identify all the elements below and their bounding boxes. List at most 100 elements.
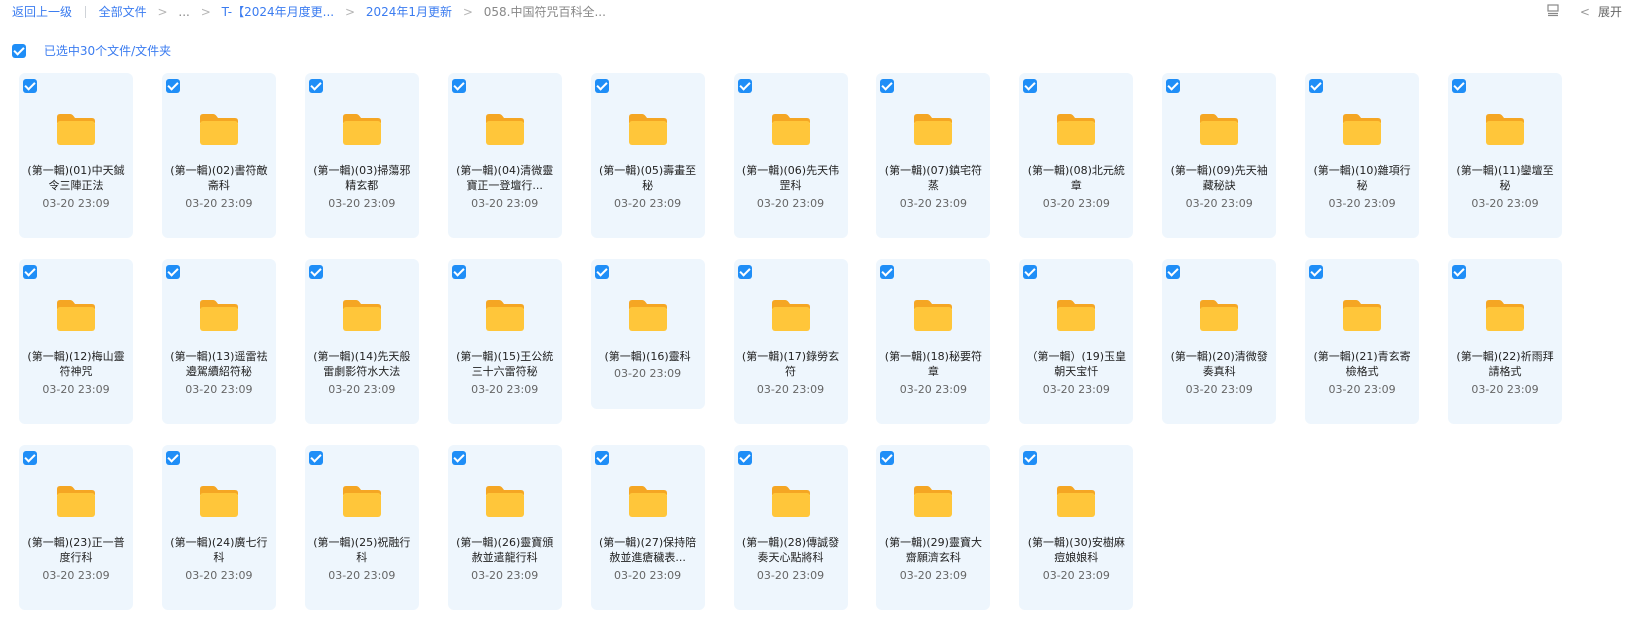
folder-card[interactable]: (第一輯)(06)先天伟罡科 03-20 23:09 <box>733 73 848 238</box>
folder-card[interactable]: (第一輯)(12)梅山靈符神咒 03-20 23:09 <box>19 259 133 424</box>
folder-card[interactable]: (第一輯)(04)清微靈寶正一登壇行... 03-20 23:09 <box>447 73 562 238</box>
folder-checkbox[interactable] <box>1309 265 1324 279</box>
folder-icon <box>1484 111 1526 147</box>
folder-name: (第一輯)(20)清微發奏真科 <box>1170 350 1268 378</box>
folder-date: 03-20 23:09 <box>185 383 253 396</box>
folder-checkbox[interactable] <box>451 79 466 93</box>
folder-icon <box>341 297 383 333</box>
folder-card[interactable]: (第一輯)(09)先天袖藏秘訣 03-20 23:09 <box>1162 73 1277 238</box>
folder-card[interactable]: (第一輯)(02)書符敵斋科 03-20 23:09 <box>161 73 276 238</box>
folder-checkbox[interactable] <box>308 265 323 279</box>
folder-checkbox[interactable] <box>165 265 180 279</box>
folder-checkbox[interactable] <box>737 451 752 465</box>
folder-checkbox[interactable] <box>451 451 466 465</box>
select-all-checkbox[interactable] <box>12 43 26 58</box>
folder-icon <box>1055 483 1097 519</box>
folder-date: 03-20 23:09 <box>1042 383 1110 396</box>
folder-card[interactable]: (第一輯)(29)靈寶大齋願濟玄科 03-20 23:09 <box>876 445 991 610</box>
folder-date: 03-20 23:09 <box>614 197 682 210</box>
folder-date: 03-20 23:09 <box>471 383 539 396</box>
view-controls: < 展开 <box>1546 3 1622 20</box>
folder-date: 03-20 23:09 <box>42 197 110 210</box>
folder-checkbox[interactable] <box>737 265 752 279</box>
folder-card[interactable]: (第一輯)(03)掃蕩邪精玄都 03-20 23:09 <box>304 73 419 238</box>
back-link[interactable]: 返回上一级 <box>12 3 72 20</box>
folder-name: (第一輯)(17)錄勞玄符 <box>741 350 840 378</box>
folder-checkbox[interactable] <box>1023 79 1038 93</box>
folder-card[interactable]: (第一輯)(18)秘要符章 03-20 23:09 <box>876 259 991 424</box>
folder-card[interactable]: (第一輯)(07)鎮宅符蒸 03-20 23:09 <box>876 73 991 238</box>
folder-card[interactable]: (第一輯)(15)王公統三十六雷符秘 03-20 23:09 <box>447 259 562 424</box>
folder-name: (第一輯)(27)保持陪赦並進瘡穢表... <box>599 536 697 564</box>
folder-card[interactable]: (第一輯)(10)雜項行秘 03-20 23:09 <box>1305 73 1420 238</box>
folder-card[interactable]: (第一輯)(22)祈雨拜請格式 03-20 23:09 <box>1448 259 1562 424</box>
folder-card[interactable]: (第一輯)(23)正一普度行科 03-20 23:09 <box>19 445 133 610</box>
folder-checkbox[interactable] <box>308 451 323 465</box>
chevron-right-icon: > <box>200 4 211 19</box>
folder-card[interactable]: (第一輯)(27)保持陪赦並進瘡穢表... 03-20 23:09 <box>590 445 705 610</box>
chevron-right-icon: > <box>462 4 473 19</box>
folder-checkbox[interactable] <box>880 451 895 465</box>
folder-checkbox[interactable] <box>1023 451 1038 465</box>
top-bar: 返回上一级 全部文件 > ... > T-【2024年月度更... > 2024… <box>0 0 1646 22</box>
folder-checkbox[interactable] <box>165 79 180 93</box>
folder-checkbox[interactable] <box>1309 79 1324 93</box>
folder-checkbox[interactable] <box>23 451 37 465</box>
folder-card[interactable]: (第一輯)(17)錄勞玄符 03-20 23:09 <box>733 259 848 424</box>
list-view-icon[interactable] <box>1546 3 1560 20</box>
folder-name: (第一輯)(01)中天鋮令三陣正法 <box>27 164 125 192</box>
folder-card[interactable]: (第一輯)(20)清微發奏真科 03-20 23:09 <box>1162 259 1277 424</box>
expand-button[interactable]: < 展开 <box>1580 3 1622 20</box>
folder-card[interactable]: (第一輯)(13)遥雷祛邉駕續紹符秘 03-20 23:09 <box>161 259 276 424</box>
folder-checkbox[interactable] <box>1452 79 1466 93</box>
folder-date: 03-20 23:09 <box>328 383 396 396</box>
folder-date: 03-20 23:09 <box>42 383 110 396</box>
chevron-right-icon: > <box>157 4 168 19</box>
folder-checkbox[interactable] <box>23 79 37 93</box>
folder-icon <box>341 483 383 519</box>
folder-name: (第一輯)(02)書符敵斋科 <box>170 164 268 192</box>
folder-checkbox[interactable] <box>1166 79 1181 93</box>
folder-checkbox[interactable] <box>880 79 895 93</box>
folder-card[interactable]: (第一輯)(01)中天鋮令三陣正法 03-20 23:09 <box>19 73 133 238</box>
folder-checkbox[interactable] <box>1166 265 1181 279</box>
folder-card[interactable]: (第一輯)(25)祝融行科 03-20 23:09 <box>304 445 419 610</box>
folder-icon <box>770 111 812 147</box>
folder-card[interactable]: (第一輯)(08)北元統章 03-20 23:09 <box>1019 73 1134 238</box>
folder-card[interactable]: (第一輯)(26)靈寶頒赦並遣龍行科 03-20 23:09 <box>447 445 562 610</box>
folder-checkbox[interactable] <box>737 79 752 93</box>
folder-checkbox[interactable] <box>308 79 323 93</box>
folder-name: (第一輯)(30)安樹麻痘娘娘科 <box>1027 536 1125 564</box>
folder-card[interactable]: (第一輯)(28)傳誠發奏天心點將科 03-20 23:09 <box>733 445 848 610</box>
folder-date: 03-20 23:09 <box>756 383 825 396</box>
breadcrumb-level2[interactable]: 2024年1月更新 <box>366 3 452 20</box>
folder-checkbox[interactable] <box>1452 265 1466 279</box>
folder-card[interactable]: (第一輯)(14)先天般雷劇影符水大法 03-20 23:09 <box>304 259 419 424</box>
folder-name: (第一輯)(06)先天伟罡科 <box>741 164 840 192</box>
breadcrumb-ellipsis[interactable]: ... <box>178 5 189 19</box>
folder-card[interactable]: (第一輯)(21)青玄寄檢格式 03-20 23:09 <box>1305 259 1420 424</box>
folder-card[interactable]: (第一輯)(30)安樹麻痘娘娘科 03-20 23:09 <box>1019 445 1134 610</box>
folder-checkbox[interactable] <box>594 265 609 279</box>
folder-checkbox[interactable] <box>451 265 466 279</box>
folder-checkbox[interactable] <box>880 265 895 279</box>
folder-checkbox[interactable] <box>594 79 609 93</box>
folder-checkbox[interactable] <box>1023 265 1038 279</box>
folder-date: 03-20 23:09 <box>1042 197 1110 210</box>
folder-name: (第一輯)(04)清微靈寶正一登壇行... <box>456 164 554 192</box>
breadcrumb-all-files[interactable]: 全部文件 <box>99 3 147 20</box>
folder-name: (第一輯)(14)先天般雷劇影符水大法 <box>313 350 411 378</box>
folder-checkbox[interactable] <box>165 451 180 465</box>
folder-name: (第一輯)(05)壽畫至秘 <box>599 164 697 192</box>
folder-date: 03-20 23:09 <box>1471 197 1539 210</box>
folder-card[interactable]: (第一輯)(24)廣七行科 03-20 23:09 <box>161 445 276 610</box>
breadcrumb-level1[interactable]: T-【2024年月度更... <box>222 3 335 20</box>
folder-name: (第一輯)(29)靈寶大齋願濟玄科 <box>884 536 982 564</box>
folder-checkbox[interactable] <box>594 451 609 465</box>
folder-card[interactable]: （第一輯）(19)玉皇朝天宝忏 03-20 23:09 <box>1019 259 1134 424</box>
folder-card[interactable]: (第一輯)(05)壽畫至秘 03-20 23:09 <box>590 73 705 238</box>
folder-checkbox[interactable] <box>23 265 37 279</box>
folder-icon <box>770 483 812 519</box>
folder-card[interactable]: (第一輯)(11)鑾壇至秘 03-20 23:09 <box>1448 73 1562 238</box>
folder-card[interactable]: (第一輯)(16)靈科 03-20 23:09 <box>590 259 705 409</box>
